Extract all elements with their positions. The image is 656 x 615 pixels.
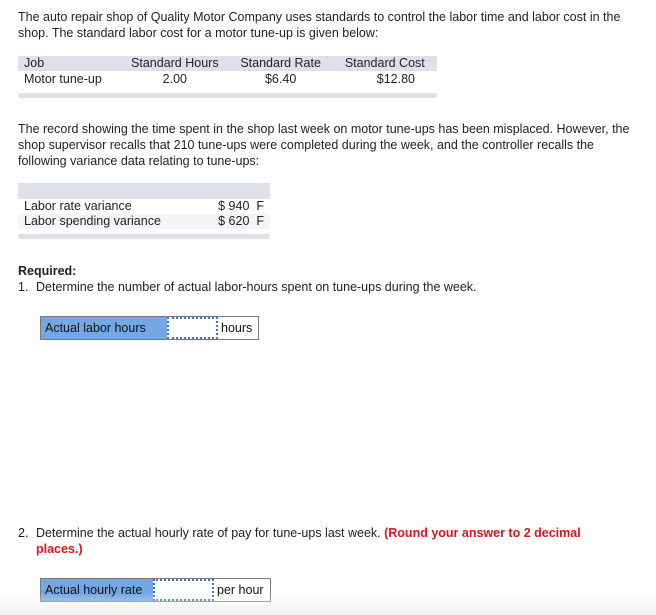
actual-labor-hours-input[interactable] <box>167 317 218 339</box>
answer-label: Actual labor hours <box>41 317 167 339</box>
question-1: 1. Determine the number of actual labor-h… <box>18 279 618 295</box>
variance-table-header <box>18 183 270 199</box>
variance-label: Labor spending variance <box>24 214 161 228</box>
variance-value-cell: $ 620 F <box>199 214 270 229</box>
header-job: Job <box>24 56 45 70</box>
question-body: Determine the actual hourly rate of pay … <box>36 525 611 557</box>
table-footer-bar <box>18 93 437 98</box>
table-row: Labor rate variance $ 940 F <box>18 199 270 214</box>
answer-row-labor-hours: Actual labor hours hours <box>40 316 259 340</box>
variance-flag: F <box>256 214 264 228</box>
variance-table: Labor rate variance $ 940 F Labor spendi… <box>18 183 270 229</box>
variance-flag: F <box>256 199 264 213</box>
bottom-fade <box>0 593 656 615</box>
variance-amount: $ 940 <box>218 199 250 213</box>
header-standard-hours: Standard Hours <box>131 56 219 70</box>
variance-label: Labor rate variance <box>24 199 132 213</box>
variance-amount: $ 620 <box>218 214 250 228</box>
table-row: Motor tune-up 2.00 $6.40 $12.80 <box>18 71 437 87</box>
question-number: 1. <box>18 280 29 294</box>
standards-table: Job Standard Hours Standard Rate Standar… <box>18 56 437 87</box>
header-standard-cost: Standard Cost <box>344 56 425 70</box>
question-number: 2. <box>18 526 29 540</box>
standards-table-header: Job Standard Hours Standard Rate Standar… <box>18 56 437 71</box>
table-footer-bar <box>18 234 270 239</box>
answer-unit: hours <box>221 321 253 335</box>
question-text: Determine the actual hourly rate of pay … <box>36 526 381 540</box>
intro-paragraph: The auto repair shop of Quality Motor Co… <box>18 10 621 40</box>
header-standard-rate: Standard Rate <box>240 56 321 70</box>
cell-standard-rate: $6.40 <box>264 71 297 86</box>
cell-standard-hours: 2.00 <box>162 71 187 86</box>
question-text: Determine the number of actual labor-hou… <box>36 280 477 294</box>
question-2: 2. Determine the actual hourly rate of pa… <box>18 525 618 557</box>
variance-value-cell: $ 940 F <box>199 199 270 214</box>
cell-standard-cost: $12.80 <box>376 71 415 86</box>
required-heading: Required: <box>18 264 77 278</box>
record-paragraph: The record showing the time spent in the… <box>18 122 630 168</box>
table-row: Labor spending variance $ 620 F <box>18 214 270 229</box>
cell-job: Motor tune-up <box>24 71 102 86</box>
page: { "intro_text": "The auto repair shop of… <box>0 0 656 615</box>
